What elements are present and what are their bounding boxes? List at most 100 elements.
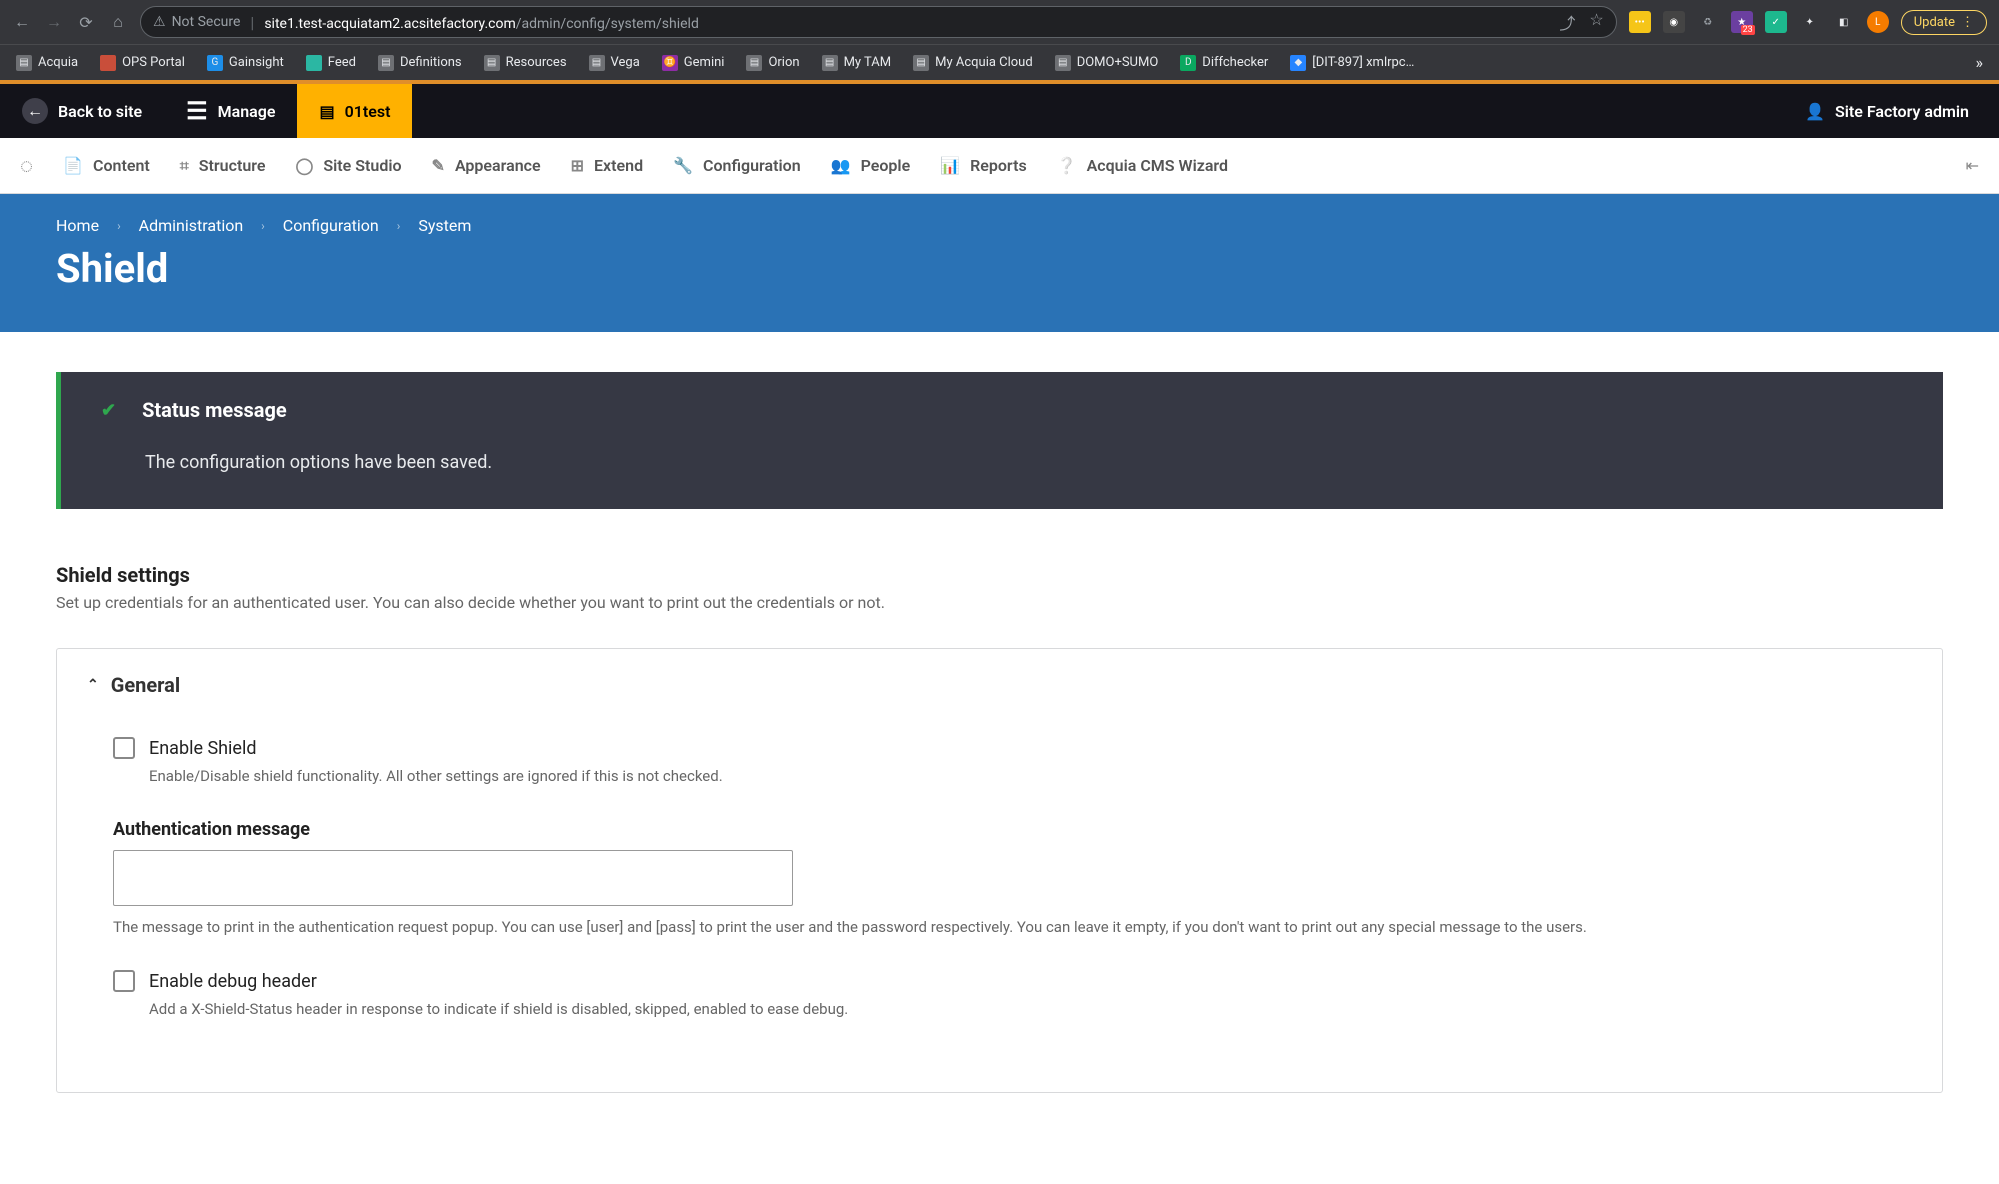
menu-site-studio[interactable]: ◯Site Studio <box>295 156 401 175</box>
chart-icon: 📊 <box>940 156 960 175</box>
extension-icon[interactable]: ••• <box>1629 11 1651 33</box>
breadcrumb-configuration[interactable]: Configuration <box>283 216 379 235</box>
bookmark-dit-897[interactable]: ◆[DIT-897] xmlrpc… <box>1290 55 1414 71</box>
folder-icon: ▤ <box>484 55 500 71</box>
site-icon <box>306 55 322 71</box>
bookmark-gainsight[interactable]: G Gainsight <box>207 55 284 71</box>
extension-badge: 23 <box>1741 25 1755 35</box>
panel-icon[interactable]: ◧ <box>1833 11 1855 33</box>
manage-button[interactable]: ☰ Manage <box>164 84 297 138</box>
url-text: site1.test-acquiatam2.acsitefactory.com/… <box>264 13 699 32</box>
collapse-icon[interactable]: ⇤ <box>1966 156 1979 175</box>
debug-header-checkbox[interactable] <box>113 970 135 992</box>
general-fieldset: ⌃ General Enable Shield Enable/Disable s… <box>56 648 1943 1093</box>
menu-label: Appearance <box>455 156 541 175</box>
bookmark-acquia[interactable]: ▤ Acquia <box>16 55 78 71</box>
breadcrumb-system[interactable]: System <box>418 216 471 235</box>
enable-shield-item: Enable Shield Enable/Disable shield func… <box>113 737 1912 785</box>
bookmark-my-tam[interactable]: ▤My TAM <box>822 55 892 71</box>
site-icon: ◆ <box>1290 55 1306 71</box>
bookmark-resources[interactable]: ▤ Resources <box>484 55 567 71</box>
reload-icon[interactable]: ⟳ <box>76 12 96 32</box>
site-icon: D <box>1180 55 1196 71</box>
folder-icon: ▤ <box>746 55 762 71</box>
bookmark-label: Resources <box>506 55 567 70</box>
extensions-area: ••• ◉ ♻ ★23 ✓ ✦ ◧ L Update ⋮ <box>1629 10 1987 35</box>
auth-message-item: Authentication message The message to pr… <box>113 819 1912 936</box>
breadcrumb-home[interactable]: Home <box>56 216 99 235</box>
extension-icon[interactable]: ★23 <box>1731 11 1753 33</box>
bookmark-orion[interactable]: ▤ Orion <box>746 55 799 71</box>
auth-message-input[interactable] <box>113 850 793 906</box>
breadcrumb-administration[interactable]: Administration <box>139 216 244 235</box>
share-icon[interactable]: ⤴ <box>1559 10 1575 34</box>
site-icon <box>100 55 116 71</box>
bookmark-label: Orion <box>768 55 799 70</box>
drupal-logo-icon[interactable]: ◌ <box>20 153 33 179</box>
check-icon: ✔ <box>101 400 116 421</box>
bookmark-diffchecker[interactable]: DDiffchecker <box>1180 55 1268 71</box>
not-secure-badge: ⚠ Not Secure <box>153 14 240 30</box>
people-icon: 👥 <box>831 156 851 175</box>
menu-reports[interactable]: 📊Reports <box>940 156 1027 175</box>
forward-icon[interactable]: → <box>44 12 64 32</box>
bookmark-gemini[interactable]: ♊Gemini <box>662 55 725 71</box>
menu-content[interactable]: 📄Content <box>63 156 150 175</box>
bookmark-label: Vega <box>611 55 640 70</box>
folder-icon: ▤ <box>16 55 32 71</box>
bookmark-domo-sumo[interactable]: ▤DOMO+SUMO <box>1055 55 1159 71</box>
bookmark-label: Gainsight <box>229 55 284 70</box>
environment-indicator[interactable]: ▤ 01test <box>297 84 412 138</box>
wrench-icon: 🔧 <box>673 156 693 175</box>
menu-extend[interactable]: ⊞Extend <box>571 156 643 175</box>
home-icon[interactable]: ⌂ <box>108 12 128 32</box>
enable-shield-description: Enable/Disable shield functionality. All… <box>149 767 1912 785</box>
url-host: site1.test-acquiatam2.acsitefactory.com <box>264 16 515 32</box>
general-legend[interactable]: ⌃ General <box>87 673 1912 697</box>
chevron-right-icon: › <box>397 219 401 233</box>
bookmark-ops-portal[interactable]: OPS Portal <box>100 55 185 71</box>
menu-label: Content <box>93 156 150 175</box>
star-icon[interactable]: ☆ <box>1589 10 1603 34</box>
user-label: Site Factory admin <box>1835 102 1969 121</box>
back-to-site-button[interactable]: ← Back to site <box>0 84 164 138</box>
bookmark-label: Definitions <box>400 55 462 70</box>
bookmark-definitions[interactable]: ▤Definitions <box>378 55 462 71</box>
menu-wizard[interactable]: ❔Acquia CMS Wizard <box>1057 156 1228 175</box>
profile-avatar[interactable]: L <box>1867 11 1889 33</box>
extension-icon[interactable]: ◉ <box>1663 11 1685 33</box>
menu-label: Site Studio <box>323 156 401 175</box>
enable-shield-label: Enable Shield <box>149 738 257 759</box>
enable-shield-checkbox[interactable] <box>113 737 135 759</box>
bookmark-vega[interactable]: ▤Vega <box>589 55 640 71</box>
folder-icon: ▤ <box>1055 55 1071 71</box>
menu-configuration[interactable]: 🔧Configuration <box>673 156 801 175</box>
general-legend-label: General <box>111 673 180 697</box>
back-icon[interactable]: ← <box>12 12 32 32</box>
menu-people[interactable]: 👥People <box>831 156 911 175</box>
extensions-menu-icon[interactable]: ✦ <box>1799 11 1821 33</box>
page-title: Shield <box>56 245 1943 292</box>
site-icon: ♊ <box>662 55 678 71</box>
bookmarks-overflow-icon[interactable]: » <box>1976 53 1984 72</box>
user-icon: 👤 <box>1805 102 1825 121</box>
menu-structure[interactable]: ⌗Structure <box>180 156 266 176</box>
bookmark-feed[interactable]: Feed <box>306 55 356 71</box>
bookmark-my-acquia-cloud[interactable]: ▤My Acquia Cloud <box>913 55 1033 71</box>
user-menu[interactable]: 👤 Site Factory admin <box>1805 102 1999 121</box>
warning-icon: ⚠ <box>153 14 166 30</box>
bookmark-label: Acquia <box>38 55 78 70</box>
address-bar[interactable]: ⚠ Not Secure | site1.test-acquiatam2.acs… <box>140 6 1617 38</box>
settings-description: Set up credentials for an authenticated … <box>56 593 1943 612</box>
extension-icon[interactable]: ♻ <box>1697 11 1719 33</box>
extension-icon[interactable]: ✓ <box>1765 11 1787 33</box>
bookmarks-bar: ▤Acquia OPS Portal GGainsight Feed ▤Defi… <box>0 44 1999 80</box>
hamburger-icon: ☰ <box>186 97 208 125</box>
update-button[interactable]: Update ⋮ <box>1901 10 1987 35</box>
browser-toolbar: ← → ⟳ ⌂ ⚠ Not Secure | site1.test-acquia… <box>0 0 1999 44</box>
chevron-right-icon: › <box>117 219 121 233</box>
menu-appearance[interactable]: ✎ Appearance <box>432 156 541 175</box>
site-icon: G <box>207 55 223 71</box>
menu-label: Acquia CMS Wizard <box>1087 156 1228 175</box>
brush-icon: ✎ <box>432 156 445 175</box>
